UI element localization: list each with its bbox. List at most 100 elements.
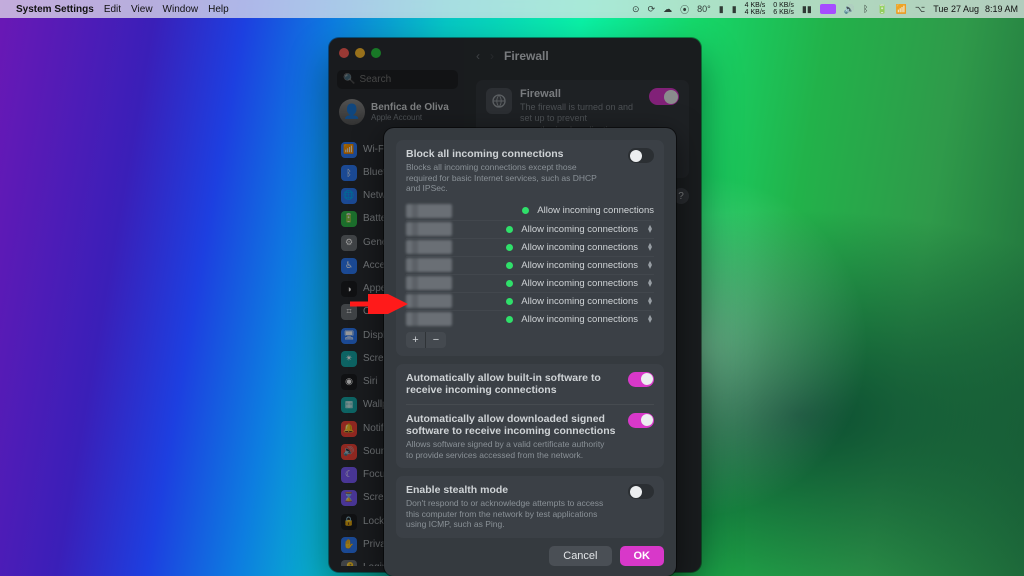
cancel-button[interactable]: Cancel [549, 546, 611, 566]
network-stats[interactable]: 4 KB/s4 KB/s [745, 2, 766, 16]
account-subtitle: Apple Account [371, 113, 449, 122]
app-allow-status[interactable]: Allow incoming connections [537, 205, 654, 216]
firewall-app-row[interactable]: Allow incoming connections ▴▾ [406, 256, 654, 274]
disk-stats[interactable]: 0 KB/s6 KB/s [773, 2, 794, 16]
menu-edit[interactable]: Edit [104, 4, 121, 15]
fullscreen-window-button[interactable] [371, 48, 381, 58]
search-input[interactable] [359, 74, 452, 85]
add-app-button[interactable]: + [406, 332, 426, 348]
close-window-button[interactable] [339, 48, 349, 58]
app-allow-status[interactable]: Allow incoming connections [521, 242, 638, 253]
status-icon[interactable]: ⦿ [680, 3, 689, 16]
stealth-title: Enable stealth mode [406, 484, 606, 496]
siri-icon: ◉ [341, 374, 357, 390]
focus-icon: ☾ [341, 467, 357, 483]
control-center-icon[interactable]: ⌥ [915, 4, 925, 15]
app-allow-status[interactable]: Allow incoming connections [521, 296, 638, 307]
allow-mode-stepper-icon[interactable]: ▴▾ [646, 297, 654, 307]
firewall-app-row[interactable]: Allow incoming connections ▴▾ [406, 220, 654, 238]
auto-builtin-title: Automatically allow built-in software to… [406, 372, 616, 396]
control-center-icon: ⌗ [341, 304, 357, 320]
auto-signed-desc: Allows software signed by a valid certif… [406, 439, 606, 460]
menubar-time[interactable]: 8:19 AM [985, 4, 1018, 14]
macos-menubar: System Settings Edit View Window Help ⊙ … [0, 0, 1024, 18]
status-dot-icon [506, 226, 513, 233]
allow-mode-stepper-icon[interactable]: ▴▾ [646, 225, 654, 235]
app-name-redacted [406, 240, 452, 254]
status-accent[interactable] [820, 4, 836, 14]
nav-forward-button[interactable]: › [490, 49, 494, 63]
firewall-app-row[interactable]: Allow incoming connections ▴▾ [406, 238, 654, 256]
battery-icon[interactable]: 🔋 [876, 4, 887, 15]
app-list-add-remove: + − [406, 332, 654, 348]
app-name-redacted [406, 312, 452, 326]
status-icon[interactable]: ▮ [732, 4, 737, 15]
status-dot-icon [506, 280, 513, 287]
firewall-master-toggle[interactable] [649, 88, 679, 105]
menubar-app-title[interactable]: System Settings [16, 4, 94, 15]
status-icon[interactable]: ▮▮ [802, 4, 812, 15]
block-all-title: Block all incoming connections [406, 148, 606, 160]
wifi-icon[interactable]: 📶 [896, 4, 907, 15]
app-allow-status[interactable]: Allow incoming connections [521, 314, 638, 325]
stealth-toggle[interactable] [628, 484, 654, 499]
firewall-app-row[interactable]: Allow incoming connections ▴▾ [406, 310, 654, 328]
stealth-section: Enable stealth mode Don't respond to or … [396, 476, 664, 538]
auto-signed-toggle[interactable] [628, 413, 654, 428]
status-dot-icon [522, 207, 529, 214]
bluetooth-icon[interactable]: ᛒ [863, 4, 868, 14]
firewall-app-row[interactable]: Allow incoming connections ▴▾ [406, 292, 654, 310]
account-name: Benfica de Oliva [371, 102, 449, 113]
nav-back-button[interactable]: ‹ [476, 49, 480, 63]
app-allow-status[interactable]: Allow incoming connections [521, 224, 638, 235]
screen-saver-icon: ✴︎ [341, 351, 357, 367]
temperature-status[interactable]: 80° [697, 4, 711, 14]
status-icon[interactable]: ▮ [719, 4, 724, 15]
login-password-icon: 🔑 [341, 560, 357, 566]
menu-help[interactable]: Help [208, 4, 229, 15]
minimize-window-button[interactable] [355, 48, 365, 58]
app-allow-status[interactable]: Allow incoming connections [521, 260, 638, 271]
allow-mode-stepper-icon[interactable]: ▴▾ [646, 261, 654, 271]
status-icon[interactable]: ⟳ [648, 4, 656, 15]
volume-icon[interactable]: 🔊 [844, 4, 855, 15]
auto-builtin-toggle[interactable] [628, 372, 654, 387]
firewall-app-row[interactable]: Allow incoming connections [406, 202, 654, 220]
privacy-security-icon: ✋ [341, 537, 357, 553]
firewall-app-list: Allow incoming connectionsAllow incoming… [406, 202, 654, 328]
auto-signed-title: Automatically allow downloaded signed so… [406, 413, 616, 437]
pane-title: Firewall [504, 49, 549, 63]
firewall-icon [486, 88, 512, 114]
allow-mode-stepper-icon[interactable]: ▴▾ [646, 243, 654, 253]
app-allow-status[interactable]: Allow incoming connections [521, 278, 638, 289]
stealth-desc: Don't respond to or acknowledge attempts… [406, 498, 606, 530]
firewall-app-row[interactable]: Allow incoming connections ▴▾ [406, 274, 654, 292]
accessibility-icon: ♿︎ [341, 258, 357, 274]
menu-window[interactable]: Window [163, 4, 199, 15]
status-dot-icon [506, 262, 513, 269]
sidebar-item-label: Siri [363, 376, 377, 387]
status-icon[interactable]: ☁︎ [663, 4, 672, 15]
firewall-card-title: Firewall [520, 88, 641, 100]
displays-icon: 🖥 [341, 328, 357, 344]
search-icon: 🔍 [343, 74, 355, 85]
allow-mode-stepper-icon[interactable]: ▴▾ [646, 315, 654, 325]
wallpaper-icon: ▦ [341, 397, 357, 413]
ok-button[interactable]: OK [620, 546, 665, 566]
appearance-icon: ◑ [341, 281, 357, 297]
apple-account-row[interactable]: 👤 Benfica de Oliva Apple Account [337, 91, 458, 133]
pane-titlebar: ‹ › Firewall [464, 38, 701, 74]
status-icon[interactable]: ⊙ [632, 4, 640, 15]
menu-view[interactable]: View [131, 4, 153, 15]
app-name-redacted [406, 222, 452, 236]
status-dot-icon [506, 316, 513, 323]
sidebar-search[interactable]: 🔍 [337, 70, 458, 89]
menubar-date[interactable]: Tue 27 Aug [933, 4, 979, 14]
block-all-toggle[interactable] [628, 148, 654, 163]
battery-icon: 🔋 [341, 211, 357, 227]
sound-icon: 🔊 [341, 444, 357, 460]
general-icon: ⚙︎ [341, 235, 357, 251]
notifications-icon: 🔔 [341, 421, 357, 437]
remove-app-button[interactable]: − [426, 332, 446, 348]
allow-mode-stepper-icon[interactable]: ▴▾ [646, 279, 654, 289]
